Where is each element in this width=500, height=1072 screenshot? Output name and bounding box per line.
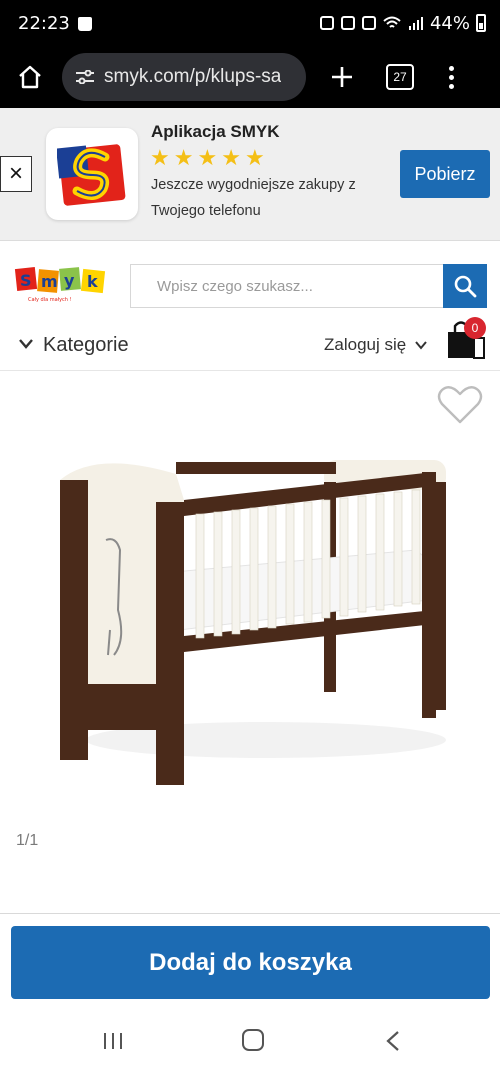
image-counter: 1/1: [16, 832, 39, 849]
star-icon: ★: [150, 145, 170, 170]
search-icon: [454, 275, 477, 298]
url-text: smyk.com/p/klups-sa: [104, 66, 282, 87]
cart-count-badge: 0: [464, 317, 486, 339]
signal-icon: [408, 17, 423, 30]
login-link[interactable]: Zaloguj się: [324, 335, 406, 355]
svg-text:y: y: [64, 271, 75, 290]
star-icon: ★: [173, 145, 194, 170]
get-app-button[interactable]: Pobierz: [400, 150, 490, 198]
app-rating: ★ ★ ★ ★ ★: [150, 147, 265, 169]
star-icon: ★: [221, 145, 241, 170]
home-nav-icon[interactable]: [242, 1029, 264, 1051]
star-icon: ★: [197, 145, 218, 170]
mute-icon: [361, 16, 376, 30]
close-banner-button[interactable]: ×: [0, 156, 32, 192]
recent-apps-icon[interactable]: [103, 1031, 123, 1051]
smyk-logo-graphic: S m y k Cały dla małych !: [14, 267, 106, 303]
svg-text:k: k: [87, 272, 98, 291]
notification-icon: [319, 16, 334, 30]
new-tab-button[interactable]: [326, 57, 358, 97]
plus-icon: [332, 67, 352, 87]
chevron-down-icon[interactable]: [415, 341, 427, 350]
svg-text:Cały dla małych !: Cały dla małych !: [28, 297, 72, 303]
add-to-cart-button[interactable]: Dodaj do koszyka: [11, 926, 490, 999]
clock: 22:23: [18, 12, 70, 34]
browser-menu-button[interactable]: [448, 65, 454, 89]
heart-icon[interactable]: [436, 382, 484, 426]
menu-dot: [448, 74, 454, 80]
search-button[interactable]: [443, 264, 487, 308]
product-image-crib[interactable]: [56, 440, 452, 785]
back-icon[interactable]: [385, 1030, 401, 1052]
smyk-logo[interactable]: S m y k Cały dla małych !: [14, 264, 110, 304]
svg-text:S: S: [20, 271, 32, 290]
address-bar[interactable]: smyk.com/p/klups-sa: [62, 53, 306, 101]
tab-switcher-button[interactable]: 27: [386, 64, 414, 90]
battery-percent: 44%: [429, 12, 470, 34]
browser-toolbar: smyk.com/p/klups-sa 27: [0, 46, 500, 108]
smyk-app-logo-icon: [57, 144, 126, 206]
menu-dot: [448, 83, 454, 89]
battery-icon: [476, 14, 486, 32]
home-button[interactable]: [10, 57, 50, 97]
app-icon: [46, 128, 138, 220]
app-description-line2: Twojego telefonu: [151, 203, 261, 219]
shopping-bag-icon: [77, 17, 92, 31]
chevron-down-icon[interactable]: [18, 338, 34, 350]
home-icon: [19, 65, 41, 89]
svg-text:m: m: [41, 272, 58, 291]
header-divider: [0, 370, 500, 371]
tab-count: 27: [393, 70, 407, 84]
alarm-icon: [340, 16, 355, 30]
wifi-icon: [383, 16, 401, 28]
menu-dot: [448, 65, 454, 71]
app-title: Aplikacja SMYK: [151, 122, 280, 141]
status-icons: [319, 16, 424, 30]
category-row: Kategorie Zaloguj się: [0, 322, 500, 370]
cta-separator: [0, 913, 500, 914]
categories-menu[interactable]: Kategorie: [43, 334, 129, 357]
star-icon: ★: [244, 145, 265, 170]
status-bar: 22:23 44%: [0, 0, 500, 46]
site-settings-icon[interactable]: [76, 70, 94, 84]
search-input[interactable]: Wpisz czego szukasz...: [130, 264, 443, 308]
app-description-line1: Jeszcze wygodniejsze zakupy z: [151, 177, 356, 193]
